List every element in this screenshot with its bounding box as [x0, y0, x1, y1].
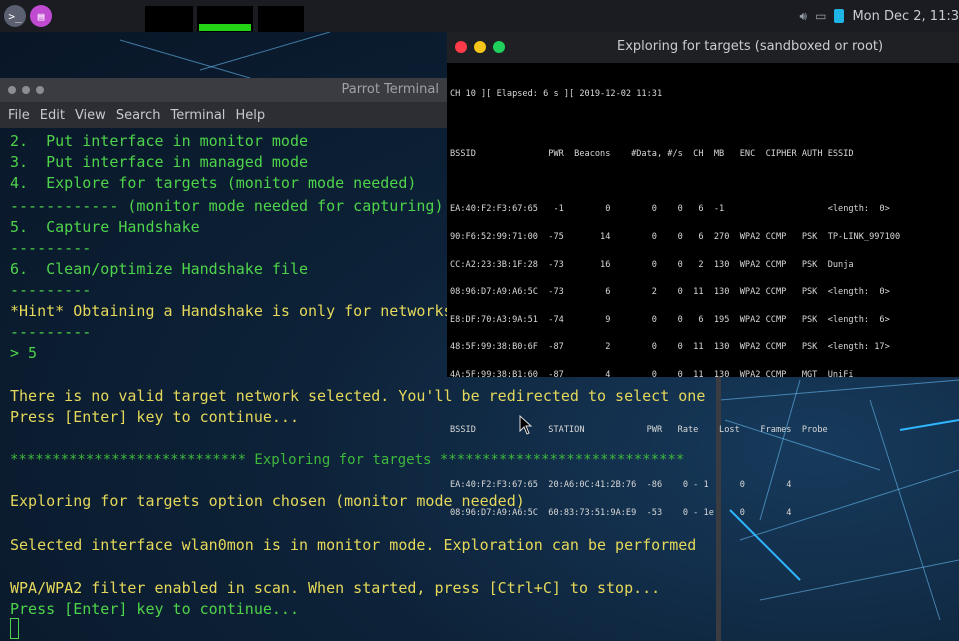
terminal-line: ------------ (monitor mode needed for ca…	[10, 197, 444, 215]
close-icon[interactable]	[455, 41, 467, 53]
terminal-line: 5. Capture Handshake	[10, 218, 200, 236]
scan-status: CH 10 ][ Elapsed: 6 s ][ 2019-12-02 11:3…	[450, 89, 663, 100]
minimize-icon[interactable]	[22, 86, 30, 94]
system-monitor-graph	[199, 24, 251, 31]
terminal-line: ---------	[10, 323, 92, 341]
terminal-line: 2. Put interface in monitor mode	[10, 132, 309, 150]
ap-row: 48:5F:99:38:B0:6F -87 2 0 0 11 130 WPA2 …	[450, 342, 890, 353]
workspace-thumbnail-3[interactable]	[258, 6, 304, 32]
mouse-pointer-icon	[519, 415, 533, 435]
network-icon[interactable]: ▭	[815, 9, 826, 23]
terminal-line: 3. Put interface in managed mode	[10, 153, 309, 171]
minimize-icon[interactable]	[474, 41, 486, 53]
menu-search[interactable]: Search	[116, 108, 161, 123]
terminal-line: Exploring for targets option chosen (mon…	[10, 492, 525, 510]
workspace-thumbnail-1[interactable]	[145, 6, 193, 32]
terminal-titlebar[interactable]: Parrot Terminal	[0, 78, 447, 102]
terminal-launcher-icon[interactable]: >_	[4, 5, 26, 27]
menu-file[interactable]: File	[8, 108, 30, 123]
ap-row: 08:96:D7:A9:A6:5C -73 6 2 0 11 130 WPA2 …	[450, 287, 890, 298]
terminal-line: 4. Explore for targets (monitor mode nee…	[10, 174, 417, 192]
terminal-cursor	[10, 618, 19, 639]
terminal-line: WPA/WPA2 filter enabled in scan. When st…	[10, 579, 661, 597]
menu-terminal[interactable]: Terminal	[170, 108, 225, 123]
app-launcher-icon[interactable]: ▤	[30, 5, 52, 27]
panel-tray: 🔊︎ ▭ Mon Dec 2, 11:3	[800, 0, 959, 32]
airodump-title: Exploring for targets (sandboxed or root…	[617, 39, 884, 54]
station-row: 08:96:D7:A9:A6:5C 60:83:73:51:9A:E9 -53 …	[450, 507, 792, 518]
terminal-line: ---------	[10, 239, 92, 257]
terminal-line: Press [Enter] key to continue...	[10, 600, 299, 618]
close-icon[interactable]	[8, 86, 16, 94]
volume-icon[interactable]: 🔊︎	[800, 9, 808, 24]
terminal-menubar: File Edit View Search Terminal Help	[0, 102, 447, 128]
terminal-launcher-label: >_	[8, 9, 22, 23]
station-row: EA:40:F2:F3:67:65 20:A6:0C:41:2B:76 -86 …	[450, 480, 792, 491]
ap-row: E8:DF:70:A3:9A:51 -74 9 0 0 6 195 WPA2 C…	[450, 314, 890, 325]
battery-icon[interactable]	[834, 9, 845, 23]
terminal-title: Parrot Terminal	[341, 82, 439, 97]
menu-view[interactable]: View	[75, 108, 106, 123]
terminal-line: Selected interface wlan0mon is in monito…	[10, 536, 697, 554]
maximize-icon[interactable]	[36, 86, 44, 94]
terminal-line: ---------	[10, 281, 92, 299]
menu-edit[interactable]: Edit	[40, 108, 65, 123]
clock[interactable]: Mon Dec 2, 11:3	[852, 9, 959, 24]
terminal-prompt: > 5	[10, 344, 38, 362]
ap-row: CC:A2:23:3B:1F:28 -73 16 0 0 2 130 WPA2 …	[450, 259, 854, 270]
maximize-icon[interactable]	[493, 41, 505, 53]
airodump-titlebar[interactable]: Exploring for targets (sandboxed or root…	[447, 32, 959, 63]
ap-row: 90:F6:52:99:71:00 -75 14 0 0 6 270 WPA2 …	[450, 232, 901, 243]
terminal-line: *Hint* Obtaining a Handshake is only for…	[10, 302, 453, 320]
station-table-header: BSSID STATION PWR Rate Lost Frames Probe	[450, 425, 828, 436]
terminal-line: 6. Clean/optimize Handshake file	[10, 260, 309, 278]
airodump-output: CH 10 ][ Elapsed: 6 s ][ 2019-12-02 11:3…	[450, 72, 900, 536]
ap-row: EA:40:F2:F3:67:65 -1 0 0 0 6 -1 <length:…	[450, 204, 890, 215]
ap-row: 4A:5F:99:38:B1:60 -87 4 0 0 11 130 WPA2 …	[450, 370, 854, 381]
airodump-window: Exploring for targets (sandboxed or root…	[447, 32, 959, 517]
terminal-line: Press [Enter] key to continue...	[10, 408, 299, 426]
ap-table-header: BSSID PWR Beacons #Data, #/s CH MB ENC C…	[450, 149, 854, 160]
menu-help[interactable]: Help	[235, 108, 265, 123]
